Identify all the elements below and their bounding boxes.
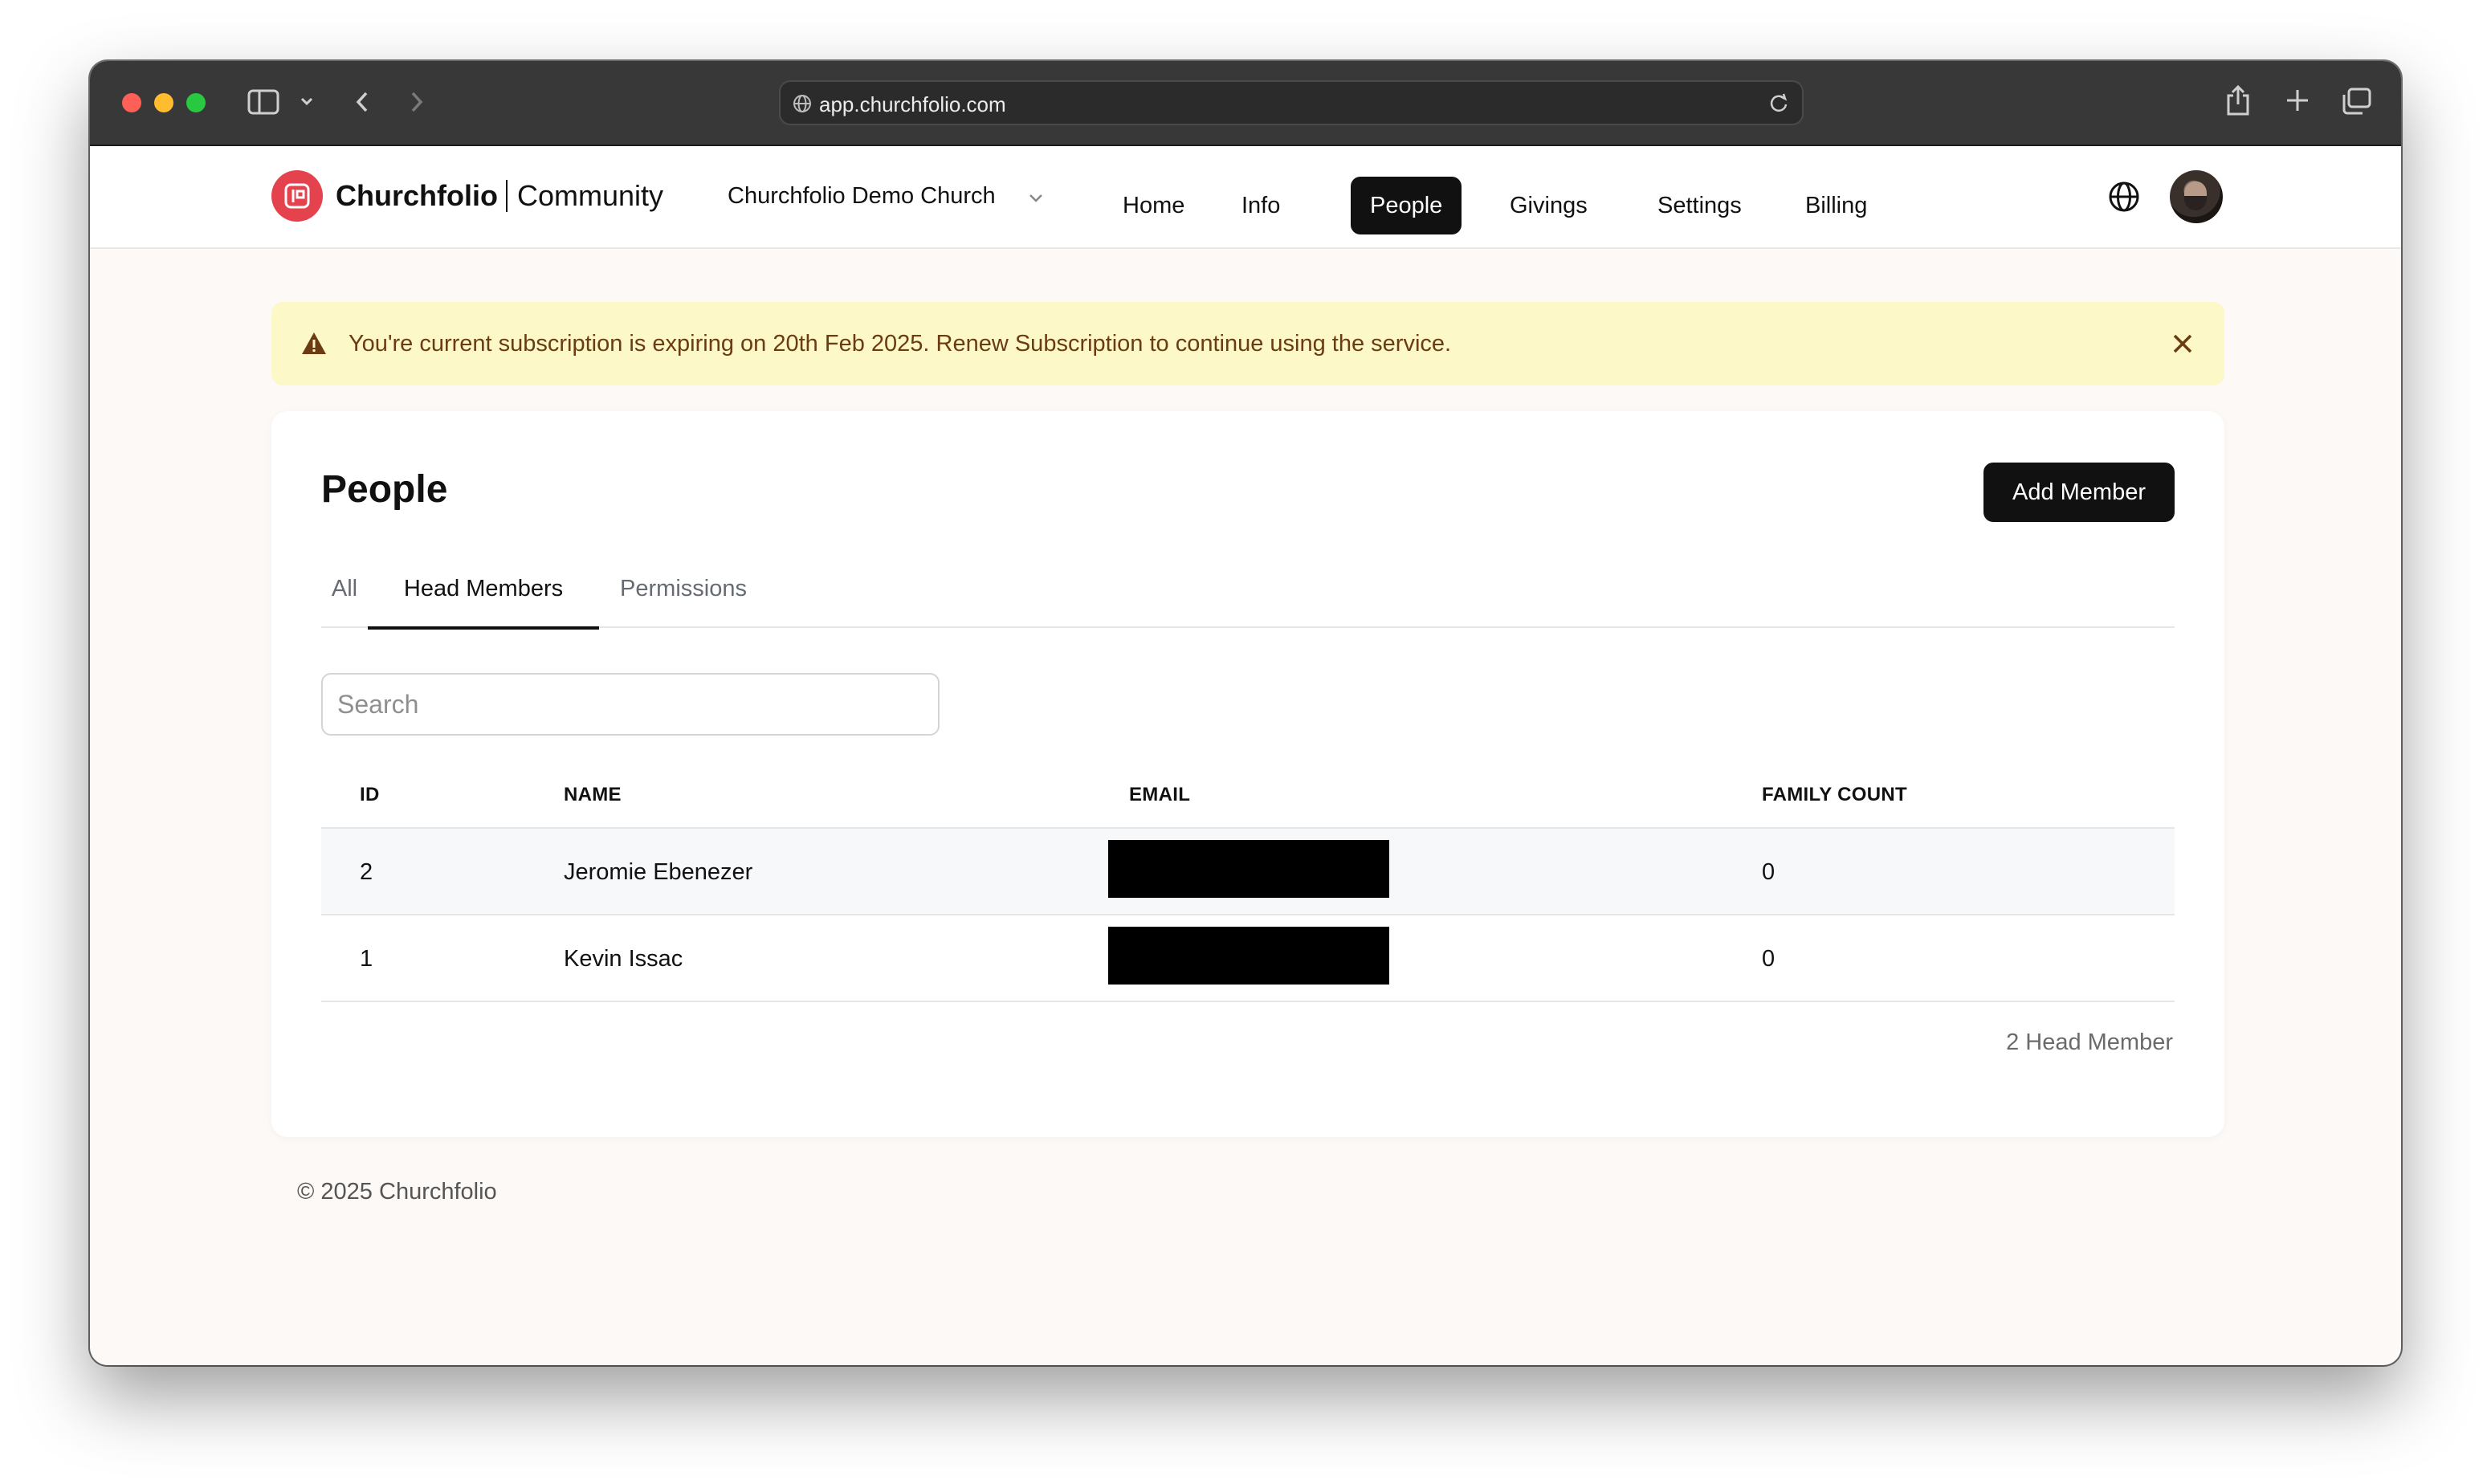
page-title: People bbox=[321, 468, 448, 511]
nav-settings[interactable]: Settings bbox=[1638, 177, 1761, 234]
tab-all[interactable]: All bbox=[321, 562, 368, 628]
people-card: People Add Member All Head Members Permi… bbox=[271, 411, 2224, 1137]
footer-copyright: © 2025 Churchfolio bbox=[297, 1179, 497, 1205]
nav-home[interactable]: Home bbox=[1103, 177, 1204, 234]
share-icon[interactable] bbox=[2224, 84, 2252, 117]
sidebar-icon[interactable] bbox=[247, 88, 279, 116]
cell-id: 1 bbox=[360, 946, 373, 972]
back-icon[interactable] bbox=[352, 88, 373, 116]
head-members-table: ID NAME EMAIL FAMILY COUNT 2 Jeromie Ebe… bbox=[321, 753, 2175, 1002]
warning-icon bbox=[300, 331, 328, 361]
table-row[interactable]: 1 Kevin Issac 0 bbox=[321, 915, 2175, 1002]
forward-icon[interactable] bbox=[406, 88, 427, 116]
cell-name: Jeromie Ebenezer bbox=[564, 859, 753, 885]
tab-permissions[interactable]: Permissions bbox=[599, 562, 768, 628]
church-selector-label: Churchfolio Demo Church bbox=[728, 183, 996, 209]
brand-divider bbox=[505, 180, 508, 212]
desktop: app.churchfolio.com Churchfolio Community bbox=[0, 0, 2491, 1484]
brand-title: Churchfolio bbox=[336, 179, 498, 212]
column-header-name[interactable]: NAME bbox=[564, 784, 622, 806]
nav-billing[interactable]: Billing bbox=[1786, 177, 1886, 234]
chevron-down-icon[interactable] bbox=[299, 88, 315, 116]
redacted-email bbox=[1108, 927, 1389, 985]
nav-info[interactable]: Info bbox=[1222, 177, 1299, 234]
close-icon[interactable] bbox=[2170, 331, 2195, 361]
zoom-window-button[interactable] bbox=[186, 93, 206, 112]
redacted-email bbox=[1108, 840, 1389, 898]
reload-icon[interactable] bbox=[1767, 92, 1791, 120]
browser-toolbar: app.churchfolio.com bbox=[90, 61, 2401, 146]
cell-id: 2 bbox=[360, 859, 373, 885]
app-header: Churchfolio Community Churchfolio Demo Ch… bbox=[90, 146, 2401, 249]
column-header-id[interactable]: ID bbox=[360, 784, 380, 806]
column-header-family-count[interactable]: FAMILY COUNT bbox=[1762, 784, 1907, 806]
people-tabs: All Head Members Permissions bbox=[321, 562, 2175, 630]
member-count: 2 Head Member bbox=[2006, 1029, 2173, 1055]
brand-name[interactable]: Churchfolio Community bbox=[336, 178, 663, 214]
brand-product: Community bbox=[516, 179, 664, 212]
chevron-down-icon bbox=[1026, 186, 1046, 215]
close-window-button[interactable] bbox=[122, 93, 141, 112]
table-header: ID NAME EMAIL FAMILY COUNT bbox=[321, 753, 2175, 829]
subscription-alert: You're current subscription is expiring … bbox=[271, 302, 2224, 385]
new-tab-icon[interactable] bbox=[2284, 87, 2311, 114]
cell-family-count: 0 bbox=[1762, 946, 1776, 972]
church-selector[interactable]: Churchfolio Demo Church bbox=[728, 181, 1042, 210]
address-bar[interactable]: app.churchfolio.com bbox=[779, 80, 1804, 125]
alert-message: You're current subscription is expiring … bbox=[349, 331, 1452, 357]
add-member-button[interactable]: Add Member bbox=[1983, 463, 2175, 522]
url-text: app.churchfolio.com bbox=[819, 92, 1006, 116]
minimize-window-button[interactable] bbox=[154, 93, 173, 112]
churchfolio-logo-icon[interactable] bbox=[271, 170, 323, 222]
column-header-email[interactable]: EMAIL bbox=[1129, 784, 1190, 806]
tab-head-members[interactable]: Head Members bbox=[368, 562, 599, 630]
user-avatar[interactable] bbox=[2170, 170, 2223, 223]
nav-people[interactable]: People bbox=[1351, 177, 1462, 234]
avatar-beard bbox=[2184, 196, 2207, 210]
language-globe-icon[interactable] bbox=[2107, 180, 2141, 218]
globe-icon bbox=[792, 93, 813, 118]
cell-name: Kevin Issac bbox=[564, 946, 683, 972]
tab-overview-icon[interactable] bbox=[2340, 87, 2372, 116]
browser-window: app.churchfolio.com Churchfolio Community bbox=[90, 61, 2401, 1365]
search-input[interactable] bbox=[321, 673, 940, 736]
cell-family-count: 0 bbox=[1762, 859, 1776, 885]
nav-givings[interactable]: Givings bbox=[1490, 177, 1607, 234]
table-row[interactable]: 2 Jeromie Ebenezer 0 bbox=[321, 829, 2175, 915]
